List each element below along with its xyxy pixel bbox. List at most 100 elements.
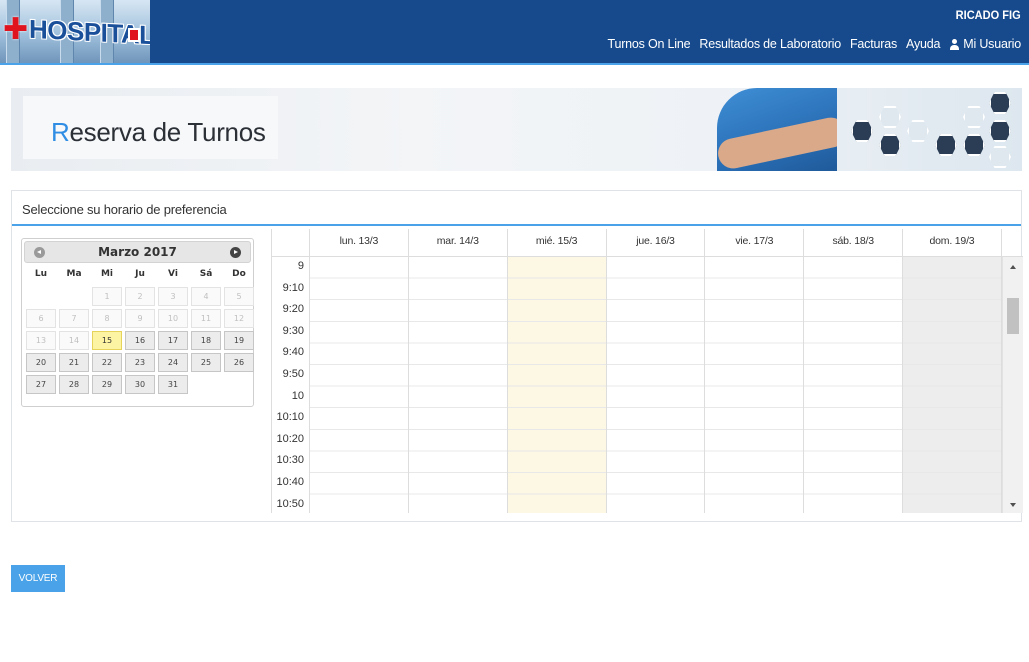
nav-label: Ayuda xyxy=(906,37,941,51)
calendar-day[interactable]: 23 xyxy=(125,353,155,372)
calendar-day: 3 xyxy=(158,287,188,306)
day-column-header: lun. 13/3 xyxy=(310,229,409,256)
scroll-down-arrow-icon[interactable] xyxy=(1010,503,1016,507)
logo-red-tag xyxy=(128,28,140,42)
time-slot-label: 9:10 xyxy=(272,278,310,301)
time-slot-label: 10:30 xyxy=(272,451,310,473)
back-button[interactable]: VOLVER xyxy=(11,565,65,592)
calendar-day: 2 xyxy=(125,287,155,306)
weekday-label: Lu xyxy=(34,269,48,279)
calendar-day: 7 xyxy=(59,309,89,328)
calendar-day[interactable]: 22 xyxy=(92,353,122,372)
weekday-label: Vi xyxy=(168,269,178,279)
calendar-day: 5 xyxy=(224,287,254,306)
chevron-right-icon[interactable] xyxy=(230,247,241,258)
camera-hex-icon xyxy=(989,92,1011,114)
empty-day-cell xyxy=(224,375,254,394)
medical-hex-icon xyxy=(935,134,957,156)
datepicker-month-title: Marzo 2017 xyxy=(98,245,177,259)
top-navbar: ✚ HOSPITAL RICADO FIG Turnos On Line Res… xyxy=(0,0,1029,65)
calendar-day: 14 xyxy=(59,331,89,350)
day-slot-column[interactable] xyxy=(705,257,805,513)
calendar-day: 13 xyxy=(26,331,56,350)
booking-panel: Seleccione su horario de preferencia Mar… xyxy=(11,190,1023,522)
calendar-day[interactable]: 20 xyxy=(26,353,56,372)
time-axis-header xyxy=(272,229,310,256)
day-column-header: mar. 14/3 xyxy=(409,229,508,256)
nav-resultados-laboratorio[interactable]: Resultados de Laboratorio xyxy=(699,37,841,51)
time-slot-label: 9:50 xyxy=(272,364,310,387)
calendar-day: 11 xyxy=(191,309,221,328)
day-column-header: vie. 17/3 xyxy=(705,229,805,256)
nav-facturas[interactable]: Facturas xyxy=(850,37,897,51)
medical-hex-icon xyxy=(879,134,901,156)
calendar-day[interactable]: 17 xyxy=(158,331,188,350)
datepicker-header: Marzo 2017 xyxy=(24,241,251,263)
page-banner: Reserva de Turnos xyxy=(11,88,1022,171)
calendar-day[interactable]: 19 xyxy=(224,331,254,350)
calendar-day: 4 xyxy=(191,287,221,306)
nav-label: Mi Usuario xyxy=(963,37,1021,51)
time-slot-label: 10 xyxy=(272,386,310,409)
time-slot-label: 9 xyxy=(272,257,310,279)
weekly-time-grid: lun. 13/3 mar. 14/3 mié. 15/3 jue. 16/3 vie.… xyxy=(271,229,1023,513)
month-datepicker: Marzo 2017 Lu Ma Mi Ju Vi Sá Do 1 2 3 4 5 6 7 8 9 10 11 1… xyxy=(21,238,254,407)
day-slot-column-disabled xyxy=(903,257,1002,513)
calendar-day[interactable]: 24 xyxy=(158,353,188,372)
calendar-day[interactable]: 28 xyxy=(59,375,89,394)
calendar-day[interactable]: 25 xyxy=(191,353,221,372)
user-icon xyxy=(949,38,960,50)
calendar-day[interactable]: 18 xyxy=(191,331,221,350)
calendar-day[interactable]: 27 xyxy=(26,375,56,394)
nav-mi-usuario[interactable]: Mi Usuario xyxy=(949,37,1021,51)
time-slot-label: 10:10 xyxy=(272,408,310,430)
weekday-label: Mi xyxy=(100,269,114,279)
calendar-day[interactable]: 16 xyxy=(125,331,155,350)
empty-day-cell xyxy=(59,287,89,306)
day-column-header: mié. 15/3 xyxy=(508,229,607,256)
time-grid-body: 9 9:10 9:20 9:30 9:40 9:50 10 10:10 10:20 10:30 10… xyxy=(272,257,1023,513)
calendar-day: 9 xyxy=(125,309,155,328)
panel-heading: Seleccione su horario de preferencia xyxy=(12,191,1021,226)
calendar-day[interactable]: 30 xyxy=(125,375,155,394)
calendar-day-today[interactable]: 15 xyxy=(92,331,122,350)
day-slot-column[interactable] xyxy=(804,257,904,513)
day-slot-column[interactable] xyxy=(310,257,409,513)
calendar-day[interactable]: 31 xyxy=(158,375,188,394)
time-axis: 9 9:10 9:20 9:30 9:40 9:50 10 10:10 10:20 10:30 10… xyxy=(272,257,310,513)
pill-hex-icon xyxy=(989,120,1011,142)
day-slot-column-today[interactable] xyxy=(507,257,607,513)
doctor-illustration xyxy=(717,88,837,171)
day-columns xyxy=(310,257,1002,513)
calendar-day: 6 xyxy=(26,309,56,328)
weekday-label: Sá xyxy=(199,269,213,279)
header-scrollbar-spacer xyxy=(1002,229,1023,256)
doctor-arm-graphic xyxy=(717,114,837,171)
day-slot-column[interactable] xyxy=(606,257,706,513)
nav-label: Resultados de Laboratorio xyxy=(699,37,841,51)
scrollbar-thumb[interactable] xyxy=(1007,298,1019,334)
day-slot-column[interactable] xyxy=(408,257,508,513)
title-initial: R xyxy=(51,117,70,147)
day-column-header: jue. 16/3 xyxy=(607,229,706,256)
hospital-logo[interactable]: ✚ HOSPITAL xyxy=(0,0,150,63)
main-nav: Turnos On Line Resultados de Laboratorio… xyxy=(607,37,1021,51)
scroll-up-arrow-icon[interactable] xyxy=(1010,265,1016,269)
time-slot-label: 9:30 xyxy=(272,321,310,344)
medical-hex-icon xyxy=(963,134,985,156)
day-header-row: lun. 13/3 mar. 14/3 mié. 15/3 jue. 16/3 vie.… xyxy=(272,229,1023,257)
medical-hex-icon xyxy=(907,120,929,142)
weekday-label: Ju xyxy=(135,269,145,279)
calendar-day: 12 xyxy=(224,309,254,328)
time-slot-label: 9:20 xyxy=(272,300,310,322)
day-column-header: dom. 19/3 xyxy=(903,229,1002,256)
time-slot-label: 9:40 xyxy=(272,343,310,365)
calendar-day[interactable]: 29 xyxy=(92,375,122,394)
page-title: Reserva de Turnos xyxy=(51,117,266,148)
grid-scrollbar[interactable] xyxy=(1002,257,1023,513)
nav-turnos-online[interactable]: Turnos On Line xyxy=(607,37,690,51)
calendar-day[interactable]: 26 xyxy=(224,353,254,372)
calendar-day[interactable]: 21 xyxy=(59,353,89,372)
nav-label: Facturas xyxy=(850,37,898,51)
nav-ayuda[interactable]: Ayuda xyxy=(906,37,940,51)
